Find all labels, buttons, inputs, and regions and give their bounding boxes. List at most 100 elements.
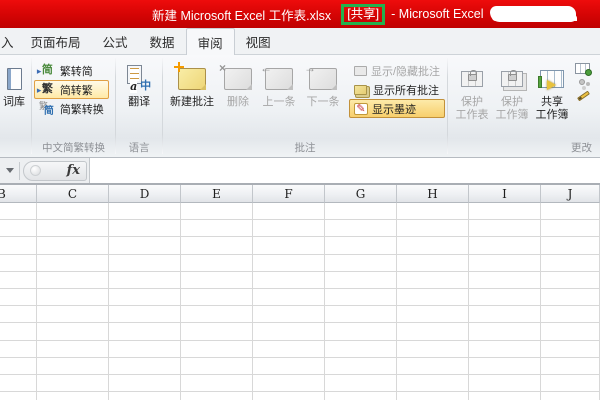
grid-cell[interactable] xyxy=(397,237,469,253)
share-workbook-button[interactable]: 共享 工作簿 xyxy=(532,58,572,123)
grid-cell[interactable] xyxy=(325,341,397,357)
grid-cell[interactable] xyxy=(109,220,181,236)
grid-cell[interactable] xyxy=(469,255,541,271)
grid-cell[interactable] xyxy=(0,237,37,253)
grid-cell[interactable] xyxy=(253,392,325,400)
grid-cell[interactable] xyxy=(397,220,469,236)
grid-cell[interactable] xyxy=(109,323,181,339)
grid-cell[interactable] xyxy=(469,203,541,219)
show-ink-button[interactable]: ✎ 显示墨迹 xyxy=(349,99,445,118)
grid-cell[interactable] xyxy=(109,255,181,271)
grid-cell[interactable] xyxy=(181,306,253,322)
grid-cell[interactable] xyxy=(325,237,397,253)
grid-cell[interactable] xyxy=(325,220,397,236)
name-box-dropdown-icon[interactable] xyxy=(6,168,14,173)
grid-cell[interactable] xyxy=(541,289,600,305)
grid-cell[interactable] xyxy=(397,358,469,374)
grid-cell[interactable] xyxy=(0,306,37,322)
grid-cell[interactable] xyxy=(253,306,325,322)
grid-cell[interactable] xyxy=(325,306,397,322)
next-comment-button[interactable]: → 下一条 xyxy=(301,58,345,110)
column-header-D[interactable]: D xyxy=(109,185,181,203)
grid-cell[interactable] xyxy=(325,323,397,339)
grid-cell[interactable] xyxy=(0,203,37,219)
column-header-G[interactable]: G xyxy=(325,185,397,203)
tab-review[interactable]: 审阅 xyxy=(186,28,235,55)
grid-cell[interactable] xyxy=(397,323,469,339)
grid-cell[interactable] xyxy=(325,272,397,288)
grid-cell[interactable] xyxy=(253,323,325,339)
delete-comment-button[interactable]: × 删除 xyxy=(219,58,257,110)
grid-cell[interactable] xyxy=(37,323,109,339)
grid-cell[interactable] xyxy=(181,272,253,288)
track-changes-icon[interactable] xyxy=(577,91,590,102)
column-header-H[interactable]: H xyxy=(397,185,469,203)
grid-cell[interactable] xyxy=(253,255,325,271)
grid-cell[interactable] xyxy=(253,237,325,253)
grid-cell[interactable] xyxy=(397,392,469,400)
grid-cell[interactable] xyxy=(0,255,37,271)
grid-cell[interactable] xyxy=(109,306,181,322)
grid-cell[interactable] xyxy=(541,272,600,288)
formula-input[interactable] xyxy=(89,158,600,183)
grid-cell[interactable] xyxy=(541,358,600,374)
grid-cell[interactable] xyxy=(325,375,397,391)
grid-cell[interactable] xyxy=(541,341,600,357)
grid-cell[interactable] xyxy=(541,220,600,236)
tab-insert-partial[interactable]: 入 xyxy=(0,28,20,54)
previous-comment-button[interactable]: ← 上一条 xyxy=(257,58,301,110)
grid-cell[interactable] xyxy=(325,203,397,219)
grid-cell[interactable] xyxy=(541,203,600,219)
grid-cell[interactable] xyxy=(325,392,397,400)
grid-cell[interactable] xyxy=(0,220,37,236)
grid-cell[interactable] xyxy=(541,306,600,322)
grid-cell[interactable] xyxy=(37,203,109,219)
grid-cell[interactable] xyxy=(325,255,397,271)
grid-cell[interactable] xyxy=(37,392,109,400)
protect-workbook-button[interactable]: 保护 工作簿 xyxy=(492,58,532,123)
grid-cell[interactable] xyxy=(469,306,541,322)
grid-cell[interactable] xyxy=(37,289,109,305)
grid-cell[interactable] xyxy=(109,358,181,374)
grid-cell[interactable] xyxy=(0,358,37,374)
grid-cell[interactable] xyxy=(253,375,325,391)
grid-cell[interactable] xyxy=(181,358,253,374)
grid-cell[interactable] xyxy=(0,272,37,288)
grid-cell[interactable] xyxy=(397,289,469,305)
grid-cell[interactable] xyxy=(469,375,541,391)
grid-cell[interactable] xyxy=(0,375,37,391)
trad-to-simp-button[interactable]: ▸简 繁转简 xyxy=(34,61,109,80)
grid-cell[interactable] xyxy=(397,306,469,322)
grid-cell[interactable] xyxy=(181,255,253,271)
grid-cell[interactable] xyxy=(541,375,600,391)
column-header-B[interactable]: B xyxy=(0,185,37,203)
allow-edit-ranges-icon[interactable] xyxy=(579,79,585,85)
grid-cell[interactable] xyxy=(37,272,109,288)
new-comment-button[interactable]: 新建批注 xyxy=(165,58,219,110)
grid-cell[interactable] xyxy=(469,272,541,288)
grid-cell[interactable] xyxy=(109,289,181,305)
grid-cell[interactable] xyxy=(469,237,541,253)
grid-cell[interactable] xyxy=(37,306,109,322)
grid-cell[interactable] xyxy=(181,220,253,236)
grid-cell[interactable] xyxy=(37,255,109,271)
column-header-C[interactable]: C xyxy=(37,185,109,203)
grid-cell[interactable] xyxy=(253,358,325,374)
grid-cell[interactable] xyxy=(253,203,325,219)
grid-cell[interactable] xyxy=(541,255,600,271)
grid-cell[interactable] xyxy=(181,203,253,219)
grid-cell[interactable] xyxy=(109,237,181,253)
grid-cell[interactable] xyxy=(541,237,600,253)
grid-cell[interactable] xyxy=(181,341,253,357)
protect-share-workbook-icon[interactable] xyxy=(575,63,590,74)
grid-cell[interactable] xyxy=(37,375,109,391)
grid-cell[interactable] xyxy=(469,289,541,305)
thesaurus-button[interactable]: 词库 xyxy=(0,58,28,110)
grid-cell[interactable] xyxy=(325,289,397,305)
grid-cell[interactable] xyxy=(109,392,181,400)
grid-cell[interactable] xyxy=(0,392,37,400)
grid-cell[interactable] xyxy=(181,375,253,391)
show-all-comments-button[interactable]: 显示所有批注 xyxy=(349,80,445,99)
grid-cell[interactable] xyxy=(469,220,541,236)
grid-cell[interactable] xyxy=(253,220,325,236)
